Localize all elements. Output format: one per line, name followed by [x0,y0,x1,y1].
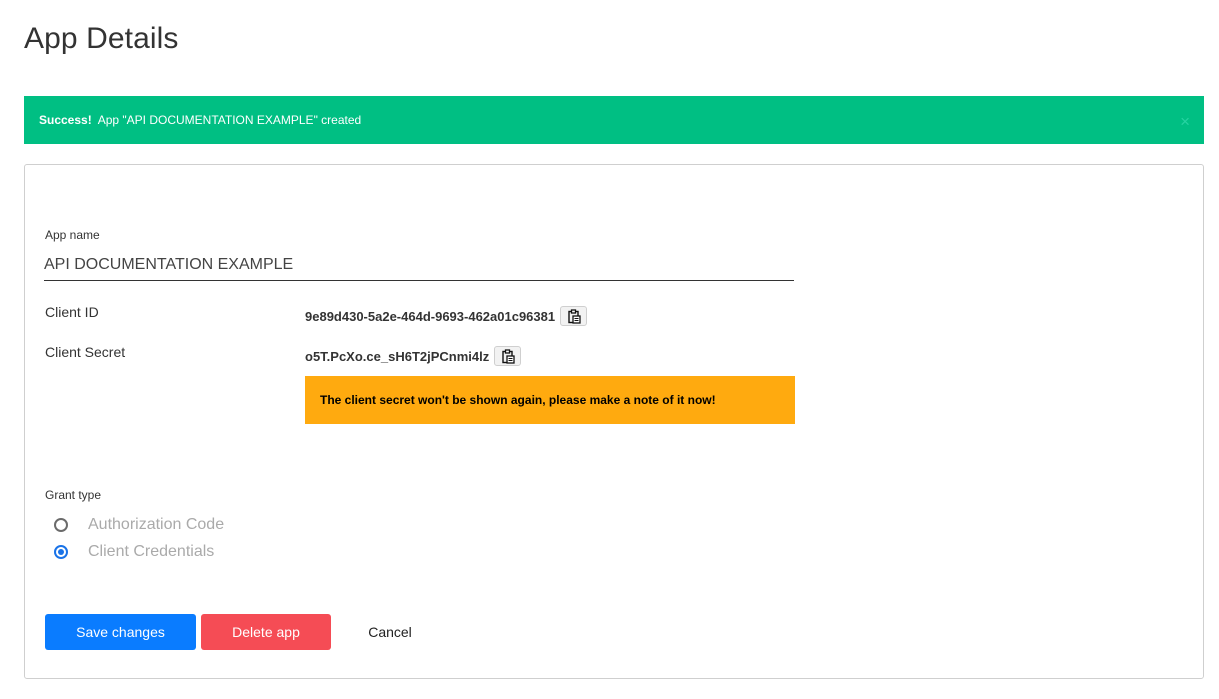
radio-client-credentials[interactable] [54,545,68,559]
copy-client-secret-button[interactable] [494,346,522,366]
radio-authorization-code[interactable] [54,518,68,532]
page-title: App Details [24,22,179,55]
alert-message: App "API DOCUMENTATION EXAMPLE" created [97,113,362,127]
clipboard-icon [567,308,581,324]
grant-option-authorization-code[interactable]: Authorization Code [54,516,224,534]
client-id-label: Client ID [45,304,99,320]
grant-option-client-credentials[interactable]: Client Credentials [54,543,214,561]
cancel-button[interactable]: Cancel [350,614,430,650]
save-changes-button[interactable]: Save changes [45,614,196,650]
client-id-row: 9e89d430-5a2e-464d-9693-462a01c96381 [305,306,588,326]
delete-app-button[interactable]: Delete app [201,614,331,650]
app-details-card: App name Client ID 9e89d430-5a2e-464d-96… [24,164,1204,679]
grant-type-label: Grant type [45,488,102,502]
close-icon[interactable]: × [1180,113,1190,130]
app-name-label: App name [45,228,100,242]
grant-option-label: Authorization Code [88,516,225,533]
clipboard-icon [502,348,515,364]
client-secret-value: o5T.PcXo.ce_sH6T2jPCnmi4lz [305,348,490,364]
client-secret-label: Client Secret [45,344,126,360]
grant-option-label: Client Credentials [88,543,215,560]
app-name-input[interactable] [44,249,794,281]
client-secret-row: o5T.PcXo.ce_sH6T2jPCnmi4lz [305,346,522,366]
success-alert: Success! App "API DOCUMENTATION EXAMPLE"… [24,96,1204,144]
alert-strong: Success! [39,113,92,127]
client-id-value: 9e89d430-5a2e-464d-9693-462a01c96381 [305,308,556,324]
copy-client-id-button[interactable] [560,306,588,326]
secret-warning: The client secret won't be shown again, … [305,376,795,424]
